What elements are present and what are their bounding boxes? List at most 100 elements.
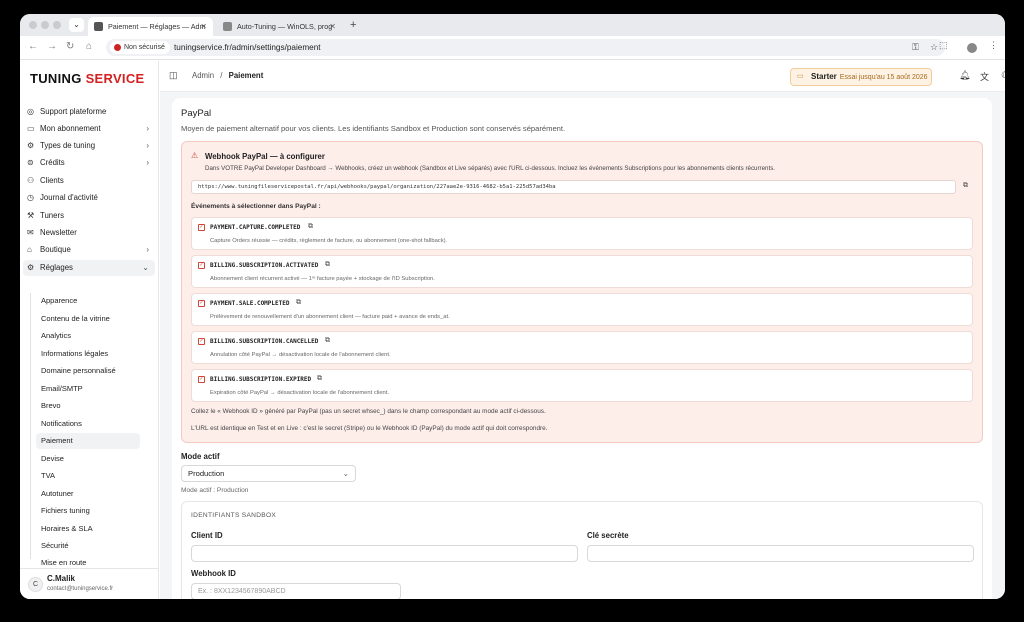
copy-icon[interactable]: ⧉ — [296, 299, 301, 307]
checkbox-icon: ✓ — [198, 376, 205, 383]
wrench-icon: ⚒ — [27, 211, 35, 220]
webhook-id-input[interactable]: Ex. : 8XX1234567890ABCD — [191, 583, 401, 599]
webhook-description: Dans VOTRE PayPal Developer Dashboard → … — [205, 165, 776, 172]
client-id-input[interactable] — [191, 545, 578, 562]
close-tab-icon[interactable]: ✕ — [200, 17, 207, 36]
chevron-right-icon: › — [146, 158, 149, 167]
extensions-icon[interactable]: ⬚ — [939, 40, 948, 51]
new-tab-button[interactable]: + — [350, 17, 356, 33]
sidebar-item-abonnement[interactable]: ▭ Mon abonnement › — [23, 121, 155, 137]
tab-bar: ⌄ Paiement — Réglages — Adm ✕ Auto-Tunin… — [20, 14, 1005, 36]
translate-icon[interactable]: 文 — [980, 70, 989, 83]
url-field[interactable]: Non sécurisé tuningservice.fr/admin/sett… — [106, 39, 945, 56]
profile-avatar[interactable] — [967, 43, 977, 53]
sidebar-item-newsletter[interactable]: ✉ Newsletter — [23, 225, 155, 241]
event-item: ✓ BILLING.SUBSCRIPTION.CANCELLED ⧉ Annul… — [191, 331, 973, 364]
chevron-right-icon: › — [146, 245, 149, 254]
sidebar-sub-autotuner[interactable]: Autotuner — [36, 486, 140, 502]
sidebar-toggle-icon[interactable]: ◫ — [169, 70, 178, 81]
favicon-icon — [94, 22, 103, 31]
submenu-line — [30, 293, 31, 559]
sidebar-sub-securite[interactable]: Sécurité — [36, 538, 140, 554]
sidebar-sub-vitrine[interactable]: Contenu de la vitrine — [36, 311, 140, 327]
app-header: ◫ Admin / Paiement ▭ Starter Essai jusqu'… — [160, 61, 1005, 92]
copy-icon[interactable]: ⧉ — [308, 223, 313, 231]
favicon-icon — [223, 22, 232, 31]
sidebar-sub-paiement[interactable]: Paiement — [36, 433, 140, 449]
back-icon[interactable]: ← — [28, 41, 38, 52]
sidebar-sub-fichiers[interactable]: Fichiers tuning — [36, 503, 140, 519]
sidebar-item-reglages[interactable]: ⚙ Réglages ⌄ — [23, 260, 155, 276]
warning-icon — [114, 44, 121, 51]
main-content: PayPal Moyen de paiement alternatif pour… — [160, 92, 1005, 599]
sidebar-sub-legal[interactable]: Informations légales — [36, 346, 140, 362]
close-tab-icon[interactable]: ✕ — [329, 17, 336, 36]
sidebar-item-journal[interactable]: ◷ Journal d'activité — [23, 190, 155, 206]
bell-icon[interactable]: 🔔︎ — [959, 70, 970, 81]
section-title: PayPal — [181, 108, 212, 119]
sidebar-item-credits[interactable]: ⊜ Crédits › — [23, 155, 155, 171]
checkbox-icon: ✓ — [198, 224, 205, 231]
event-item: ✓ PAYMENT.SALE.COMPLETED ⧉ Prélèvement d… — [191, 293, 973, 326]
user-name: C.Malik — [47, 574, 76, 583]
moon-icon[interactable]: ☾ — [1001, 70, 1005, 81]
webhook-title: Webhook PayPal — à configurer — [205, 152, 325, 161]
copy-url-icon[interactable]: ⧉ — [963, 182, 968, 190]
sidebar-item-clients[interactable]: ⚇ Clients — [23, 173, 155, 189]
sidebar-item-types-tuning[interactable]: ⚙ Types de tuning › — [23, 138, 155, 154]
plan-badge[interactable]: ▭ Starter Essai jusqu'au 15 août 2026 — [790, 68, 932, 86]
close-window-button[interactable] — [29, 21, 37, 29]
sidebar-sub-notifications[interactable]: Notifications — [36, 416, 140, 432]
copy-icon[interactable]: ⧉ — [317, 375, 322, 383]
sidebar-sub-horaires[interactable]: Horaires & SLA — [36, 521, 140, 537]
chevron-right-icon: › — [146, 141, 149, 150]
brand-logo[interactable]: TUNING SERVICE — [30, 71, 145, 86]
webhook-url-field[interactable]: https://www.tuningfileservicepostal.fr/a… — [191, 180, 956, 194]
mail-icon: ✉ — [27, 228, 34, 237]
maximize-window-button[interactable] — [53, 21, 61, 29]
event-item: ✓ PAYMENT.CAPTURE.COMPLETED ⧉ Capture Or… — [191, 217, 973, 250]
settings-icon: ⚙ — [27, 263, 35, 272]
copy-icon[interactable]: ⧉ — [325, 337, 330, 345]
browser-tab-paiement[interactable]: Paiement — Réglages — Adm ✕ — [88, 17, 213, 36]
home-icon[interactable]: ⌂ — [86, 41, 92, 52]
breadcrumb-admin[interactable]: Admin — [192, 71, 214, 80]
security-badge[interactable]: Non sécurisé — [110, 41, 170, 54]
chevron-down-icon: ⌄ — [142, 263, 149, 272]
mode-select[interactable]: Production ⌄ — [181, 465, 356, 482]
browser-tab-autotuning[interactable]: Auto-Tuning — WinOLS, prog ✕ — [217, 17, 342, 36]
client-id-label: Client ID — [191, 531, 223, 540]
chevron-right-icon: › — [146, 124, 149, 133]
star-icon[interactable]: ☆ — [930, 42, 938, 53]
forward-icon[interactable]: → — [47, 41, 57, 52]
sidebar-item-support[interactable]: ◎ Support plateforme — [23, 104, 155, 120]
url-text[interactable]: tuningservice.fr/admin/settings/paiement — [174, 39, 321, 56]
sidebar-sub-domaine[interactable]: Domaine personnalisé — [36, 363, 140, 379]
history-icon: ◷ — [27, 193, 34, 202]
sidebar-sub-analytics[interactable]: Analytics — [36, 328, 140, 344]
address-bar: ← → ↻ ⌂ Non sécurisé tuningservice.fr/ad… — [20, 36, 1005, 60]
sidebar-item-tuners[interactable]: ⚒ Tuners — [23, 208, 155, 224]
sidebar-sub-devise[interactable]: Devise — [36, 451, 140, 467]
sidebar-sub-apparence[interactable]: Apparence — [36, 293, 140, 309]
mode-hint: Mode actif : Production — [181, 487, 249, 494]
users-icon: ⚇ — [27, 176, 35, 185]
sidebar-sub-tva[interactable]: TVA — [36, 468, 140, 484]
sidebar: TUNING SERVICE ◎ Support plateforme ▭ Mon … — [20, 61, 159, 599]
secret-input[interactable] — [587, 545, 974, 562]
checkbox-icon: ✓ — [198, 262, 205, 269]
reload-icon[interactable]: ↻ — [66, 41, 74, 52]
webhook-id-label: Webhook ID — [191, 569, 236, 578]
sidebar-sub-brevo[interactable]: Brevo — [36, 398, 140, 414]
browser-window: ⌄ Paiement — Réglages — Adm ✕ Auto-Tunin… — [20, 14, 1005, 599]
sidebar-item-boutique[interactable]: ⌂ Boutique › — [23, 242, 155, 258]
breadcrumb: Admin / Paiement — [192, 71, 264, 80]
menu-dots-icon[interactable]: ⋮ — [989, 40, 998, 51]
event-item: ✓ BILLING.SUBSCRIPTION.ACTIVATED ⧉ Abonn… — [191, 255, 973, 288]
sidebar-sub-smtp[interactable]: Email/SMTP — [36, 381, 140, 397]
key-icon[interactable]: ⚿ — [912, 42, 919, 53]
copy-icon[interactable]: ⧉ — [325, 261, 330, 269]
minimize-window-button[interactable] — [41, 21, 49, 29]
tab-list-button[interactable]: ⌄ — [69, 18, 84, 32]
user-card[interactable]: C C.Malik contact@tuningservice.fr — [20, 568, 159, 599]
